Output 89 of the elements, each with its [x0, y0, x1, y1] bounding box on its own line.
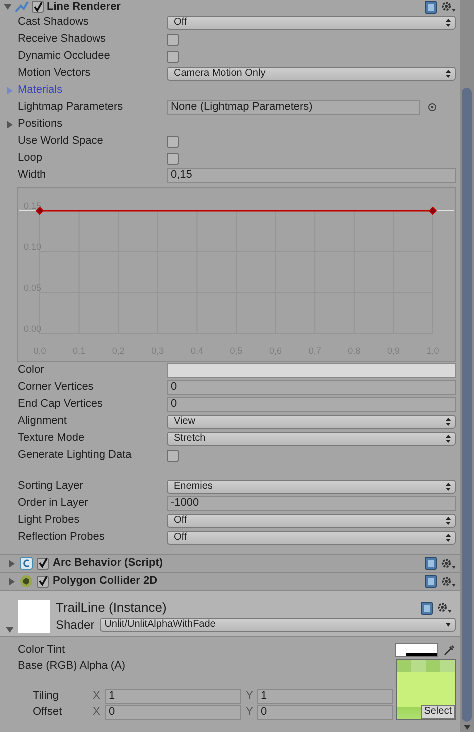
dropdown[interactable]: Camera Motion Only: [167, 66, 456, 80]
dropdown-arrows-icon: [446, 534, 451, 542]
property-label: Color Tint: [17, 642, 66, 658]
checkbox[interactable]: [37, 558, 49, 570]
dropdown-arrows-icon: [446, 418, 451, 426]
texture-preview[interactable]: Select: [396, 659, 456, 720]
select-button[interactable]: Select: [421, 705, 455, 719]
text-field[interactable]: 0: [257, 704, 393, 720]
property-label: Loop: [17, 151, 44, 166]
gear-icon[interactable]: [441, 558, 456, 570]
property-label: Dynamic Occludee: [17, 49, 112, 64]
shader-label: Shader: [56, 616, 95, 634]
property-label: Base (RGB) Alpha (A): [17, 659, 127, 674]
property-label: Width: [17, 168, 48, 184]
axis-letter: Y: [245, 688, 254, 704]
property-label: Corner Vertices: [17, 380, 95, 396]
checkbox[interactable]: [167, 50, 179, 62]
property-label: Receive Shadows: [17, 32, 108, 48]
dropdown[interactable]: View: [167, 414, 456, 428]
color-swatch[interactable]: [395, 643, 438, 657]
dropdown-arrows-icon: [446, 482, 451, 490]
property-label: Cast Shadows: [17, 15, 90, 30]
text-field[interactable]: 0: [105, 704, 241, 720]
component-title: Line Renderer: [47, 0, 121, 15]
foldout-label[interactable]: Positions: [18, 116, 63, 133]
scroll-down-icon[interactable]: [464, 725, 470, 730]
property-label: Offset: [32, 704, 64, 720]
dropdown[interactable]: Enemies: [167, 480, 456, 494]
property-label: Color: [17, 363, 46, 378]
gear-icon[interactable]: [441, 576, 456, 588]
foldout-arrow-icon[interactable]: [6, 120, 14, 128]
line-renderer-icon: [15, 1, 29, 13]
axis-letter: Y: [245, 704, 254, 720]
foldout-arrow-icon[interactable]: [4, 3, 12, 11]
property-label: Tiling: [32, 688, 60, 704]
material-foldout-icon[interactable]: [6, 626, 14, 634]
curve-key-point[interactable]: [428, 206, 438, 216]
foldout-arrow-icon[interactable]: [8, 560, 16, 568]
text-field[interactable]: 1: [105, 688, 241, 704]
text-field[interactable]: -1000: [167, 496, 456, 511]
property-label: Sorting Layer: [17, 479, 84, 494]
text-field[interactable]: 0,15: [167, 168, 456, 183]
dropdown[interactable]: Stretch: [167, 432, 456, 446]
text-field[interactable]: 0: [167, 380, 456, 395]
scrollbar[interactable]: [460, 0, 474, 732]
text-field[interactable]: 0: [167, 397, 456, 412]
property-label: Texture Mode: [17, 431, 86, 446]
property-label: Light Probes: [17, 513, 81, 528]
property-label: Reflection Probes: [17, 530, 106, 546]
property-label: End Cap Vertices: [17, 397, 104, 412]
dropdown-arrows-icon: [446, 434, 451, 442]
property-label: Use World Space: [17, 134, 104, 150]
object-picker-icon[interactable]: [428, 103, 437, 112]
material-thumbnail: [18, 600, 50, 633]
axis-letter: X: [93, 704, 102, 720]
dropdown-arrows-icon: [446, 70, 451, 78]
dropdown-arrow-icon: [446, 622, 451, 626]
gear-icon[interactable]: [437, 602, 452, 614]
property-label: Alignment: [17, 414, 68, 430]
eyedropper-icon[interactable]: [443, 644, 456, 656]
checkbox[interactable]: [167, 136, 179, 148]
property-label: Lightmap Parameters: [17, 100, 124, 116]
property-label: Generate Lighting Data: [17, 448, 133, 464]
shader-dropdown[interactable]: Unlit/UnlitAlphaWithFade: [100, 618, 456, 632]
foldout-arrow-icon[interactable]: [8, 578, 16, 586]
text-field[interactable]: 1: [257, 688, 393, 704]
component-header[interactable]: Arc Behavior (Script): [0, 555, 460, 573]
gear-icon[interactable]: [441, 1, 456, 13]
checkbox[interactable]: [37, 576, 49, 588]
component-title: Polygon Collider 2D: [53, 574, 158, 590]
checkbox[interactable]: [167, 450, 179, 462]
object-field[interactable]: None (Lightmap Parameters): [167, 100, 420, 115]
dropdown[interactable]: Off: [167, 514, 456, 528]
checkbox[interactable]: [167, 152, 179, 164]
property-label: Motion Vectors: [17, 66, 92, 82]
checkbox[interactable]: [167, 34, 179, 46]
dropdown[interactable]: Off: [167, 530, 456, 544]
dropdown-arrows-icon: [446, 516, 451, 524]
scrollbar-thumb[interactable]: [462, 88, 472, 722]
axis-letter: X: [93, 688, 102, 704]
material-name: TrailLine (Instance): [56, 599, 167, 618]
color-field[interactable]: [167, 363, 456, 378]
dropdown-arrows-icon: [446, 18, 451, 26]
dropdown[interactable]: Off: [167, 16, 456, 30]
script-icon: [20, 557, 33, 570]
property-label: Order in Layer: [17, 496, 90, 512]
component-title: Arc Behavior (Script): [53, 556, 164, 572]
checkbox[interactable]: [32, 1, 44, 13]
component-header[interactable]: Polygon Collider 2D: [0, 573, 460, 591]
